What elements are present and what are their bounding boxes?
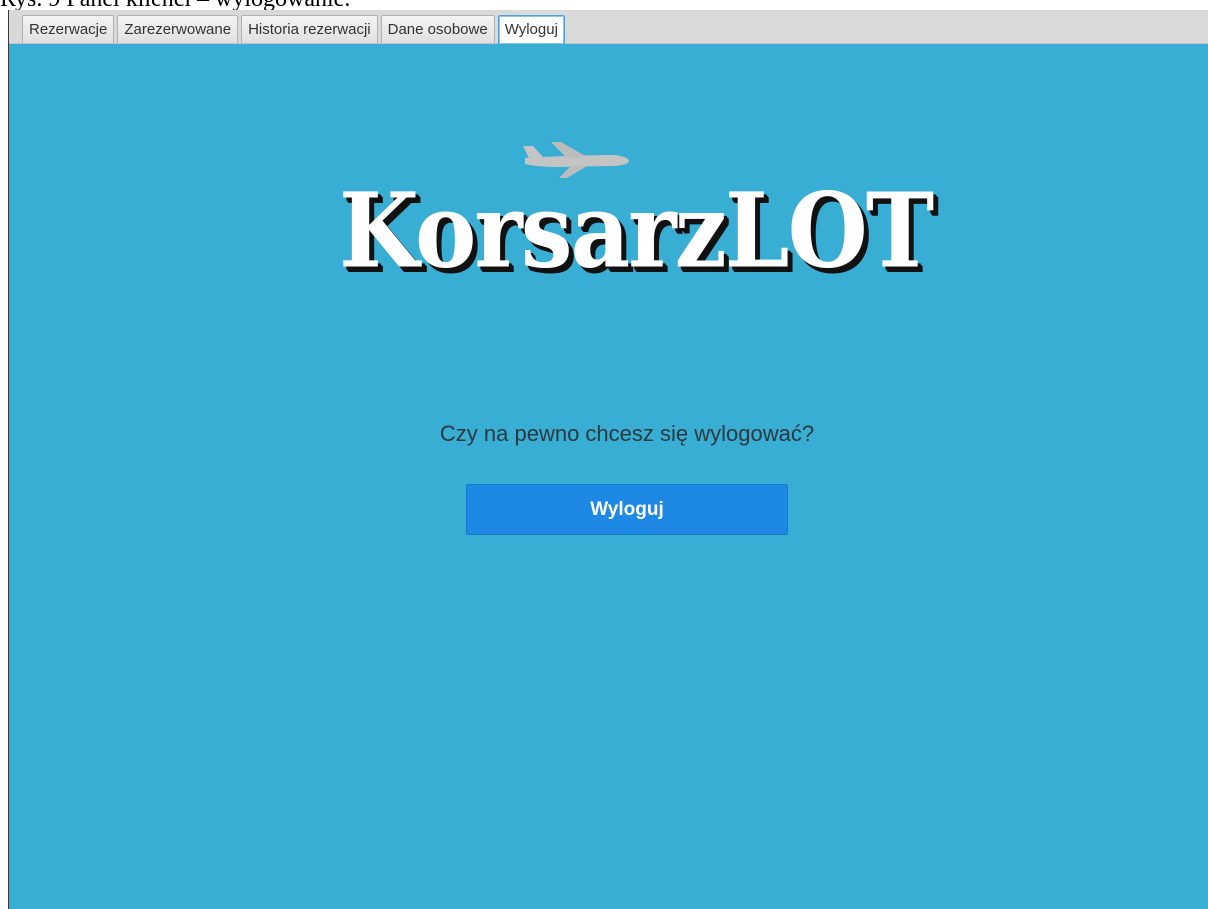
app-window: Rezerwacje Zarezerwowane Historia rezerw… xyxy=(8,10,1208,909)
tab-historia-rezerwacji[interactable]: Historia rezerwacji xyxy=(241,15,378,43)
logo-text: KorsarzLOT xyxy=(339,170,934,291)
tab-dane-osobowe[interactable]: Dane osobowe xyxy=(380,15,495,43)
logout-question: Czy na pewno chcesz się wylogować? xyxy=(439,421,815,446)
logout-button[interactable]: Wyloguj xyxy=(466,484,788,535)
tab-rezerwacje[interactable]: Rezerwacje xyxy=(22,15,115,43)
tab-list: Rezerwacje Zarezerwowane Historia rezerw… xyxy=(22,15,565,44)
page-caption: Rys. 9 Panel klienci – wylogowanie. xyxy=(0,0,350,11)
logout-panel: KorsarzLOT Czy na pewno chcesz się wylog… xyxy=(9,44,1208,909)
tab-bar: Rezerwacje Zarezerwowane Historia rezerw… xyxy=(9,10,1208,44)
logo: KorsarzLOT xyxy=(339,140,934,310)
tab-wyloguj[interactable]: Wyloguj xyxy=(497,15,565,44)
tab-zarezerwowane[interactable]: Zarezerwowane xyxy=(117,15,239,43)
